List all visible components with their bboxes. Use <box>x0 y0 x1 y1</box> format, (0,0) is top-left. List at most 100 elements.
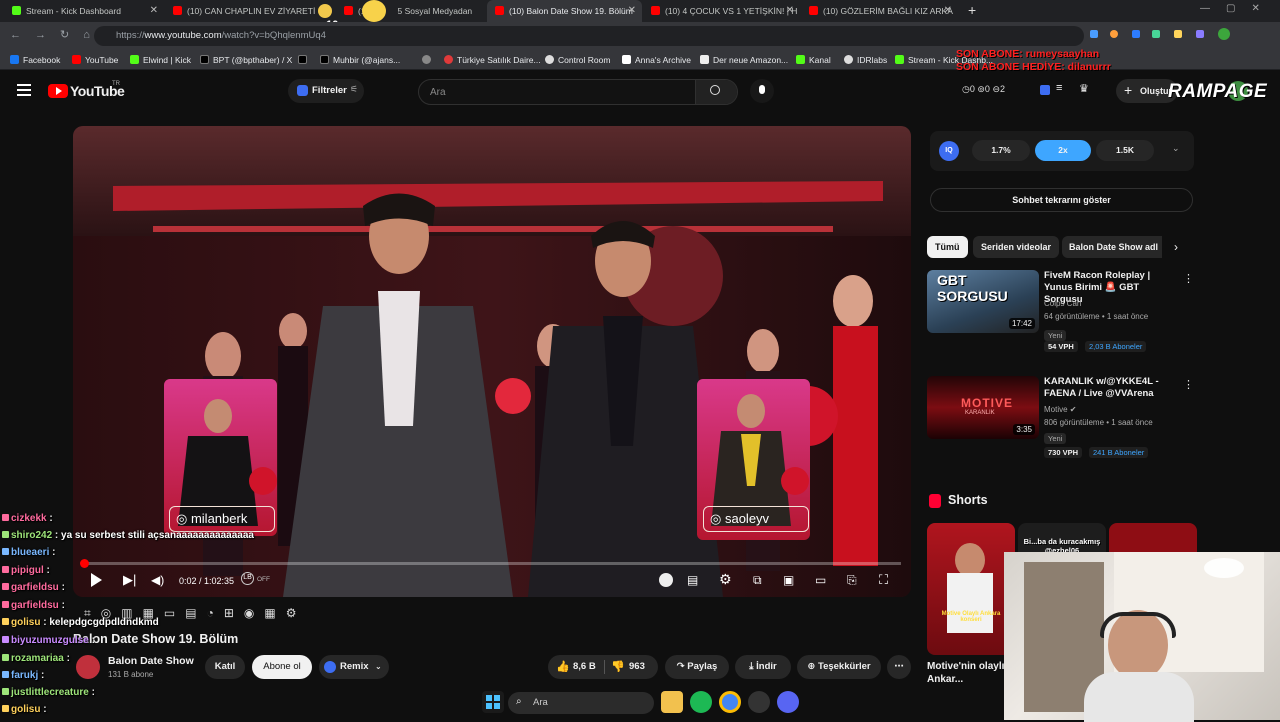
search-input[interactable]: Ara <box>418 79 738 105</box>
bookmark-control-room[interactable]: Control Room <box>545 50 610 70</box>
fullscreen-icon[interactable]: ⛶ <box>879 572 888 588</box>
chip-channel[interactable]: Balon Date Show adl <box>1062 236 1162 258</box>
chip-series[interactable]: Seriden videolar <box>973 236 1060 258</box>
chevron-down-icon: ⌄ <box>375 662 382 671</box>
window-controls[interactable]: —▢✕ <box>1200 3 1276 14</box>
settings-icon[interactable]: ⚙ <box>719 571 732 588</box>
filters-button[interactable]: Filtreler ⚟ <box>288 79 364 103</box>
join-button[interactable]: Katıl <box>205 655 245 679</box>
voice-search-button[interactable] <box>750 79 774 103</box>
iq-icon[interactable] <box>1040 85 1050 95</box>
channel-avatar[interactable] <box>76 655 100 679</box>
scrubber-handle[interactable] <box>80 559 89 568</box>
navigation-icons[interactable]: ←→↻⌂ <box>10 28 104 41</box>
close-icon[interactable]: ✕ <box>944 0 952 22</box>
cast-icon[interactable]: ⎘ <box>847 573 857 588</box>
new-badge: Yeni <box>1044 433 1067 444</box>
bookmark-muhbir[interactable]: Muhbir (@ajans... <box>320 50 400 70</box>
search-button[interactable] <box>695 80 737 104</box>
close-icon[interactable]: ✕ <box>786 0 794 22</box>
browser-tab-active[interactable]: (10) Balon Date Show 19. Bölüm ✕ <box>487 0 642 22</box>
bookmark-label: BPT (@bpthaber) / X <box>213 55 293 65</box>
chevron-right-icon[interactable]: › <box>1174 240 1178 254</box>
bookmark-label: Control Room <box>558 55 611 65</box>
autoplay-toggle[interactable] <box>659 573 673 587</box>
dislike-count[interactable]: 963 <box>629 655 645 679</box>
subscribe-button[interactable]: Abone ol <box>252 655 312 679</box>
menu-icon[interactable] <box>17 84 31 96</box>
bookmark-youtube[interactable]: YouTube <box>72 50 118 70</box>
bookmark-globe[interactable] <box>422 50 435 70</box>
more-actions-button[interactable]: ⋯ <box>887 655 911 679</box>
short-title[interactable]: Motive'nin olaylı Ankar... <box>927 660 1007 686</box>
browser-tab[interactable]: (10) CAN CHAPLIN EV ZİYARETİ✕ <box>165 0 335 22</box>
chat-message: garfieldsu : <box>2 600 65 611</box>
bookmark-satilik[interactable]: Türkiye Satılık Daire... <box>444 50 541 70</box>
close-icon[interactable]: ✕ <box>150 0 158 22</box>
subtitles-icon[interactable]: ▤ <box>687 573 698 587</box>
video-channel[interactable]: Motive ✔ <box>1044 405 1077 414</box>
url-field[interactable]: https://www.youtube.com/watch?v=bQhqlenm… <box>94 26 1084 46</box>
bookmark-bpt[interactable]: BPT (@bpthaber) / X <box>200 50 292 70</box>
download-button[interactable]: ⤓ İndir <box>735 655 791 679</box>
progress-bar[interactable] <box>80 559 901 568</box>
trophy-icon[interactable]: ♛ <box>1079 82 1089 95</box>
play-icon[interactable] <box>91 573 102 587</box>
badge-icon <box>2 601 9 608</box>
video-channel[interactable]: Coips Can <box>1044 299 1081 308</box>
video-thumbnail[interactable]: GBT SORGUSU 17:42 <box>927 270 1039 333</box>
browser-tab[interactable]: (10) 5 Sosyal Medyadan <box>336 0 486 22</box>
file-explorer-icon[interactable] <box>661 691 683 713</box>
remix-button[interactable]: Remix ⌄ <box>319 655 389 679</box>
browser-tab[interactable]: Stream - Kick Dashboard ✕ <box>4 0 164 22</box>
bookmark-amazon[interactable]: Der neue Amazon... <box>700 50 788 70</box>
speed-option[interactable]: 1.5K <box>1096 140 1154 161</box>
next-icon[interactable]: ▶| <box>123 572 136 588</box>
loop-icon[interactable]: LB <box>241 572 254 585</box>
miniplayer-icon[interactable]: ⧉ <box>753 573 762 588</box>
bookmark-idrlabs[interactable]: IDRlabs <box>844 50 887 70</box>
video-player[interactable]: ◎ milanberk ◎ saoleyv ▶| ◀) 0:02 / 1:02:… <box>73 126 911 597</box>
list-icon[interactable]: ≡ <box>1056 82 1062 94</box>
steam-icon[interactable] <box>748 691 770 713</box>
windows-start-icon[interactable] <box>482 691 504 713</box>
pip-icon[interactable]: ▣ <box>783 573 794 587</box>
like-dislike-group: 👍 8,6 B 👎 963 <box>548 655 658 679</box>
taskbar-search[interactable]: ⌕ Ara <box>508 692 654 714</box>
bookmark-facebook[interactable]: Facebook <box>10 50 60 70</box>
chat-separator: : <box>58 582 65 593</box>
more-vert-icon[interactable]: ⋮ <box>1183 378 1194 391</box>
youtube-logo-icon[interactable] <box>48 84 68 98</box>
bookmark-annas-archive[interactable]: Anna's Archive <box>622 50 691 70</box>
channel-name[interactable]: Balon Date Show <box>108 655 194 667</box>
share-button[interactable]: ↷ Paylaş <box>665 655 729 679</box>
thumbs-up-icon[interactable]: 👍 <box>556 655 570 679</box>
bookmark-x[interactable] <box>298 50 311 70</box>
obs-icon <box>545 55 554 64</box>
extension-icons[interactable] <box>1090 28 1240 42</box>
chrome-icon[interactable] <box>719 691 741 713</box>
address-bar-row: ←→↻⌂ https://www.youtube.com/watch?v=bQh… <box>0 22 1280 50</box>
browser-tab[interactable]: (10) GÖZLERİM BAĞLI KIZ ARKA ✕ <box>801 0 958 22</box>
spotify-icon[interactable] <box>690 691 712 713</box>
browser-tab[interactable]: (10) 4 ÇOCUK VS 1 YETİŞKİN! | H ✕ <box>643 0 800 22</box>
video-title[interactable]: KARANLIK w/@YKKE4L - FAENA / Live @VVAre… <box>1044 376 1174 400</box>
thanks-button[interactable]: ⊕ Teşekkürler <box>797 655 881 679</box>
video-thumbnail[interactable]: MOTIVE KARANLIK 3:35 <box>927 376 1039 439</box>
speed-option-selected[interactable]: 2x <box>1035 140 1091 161</box>
chip-all[interactable]: Tümü <box>927 236 968 258</box>
close-icon[interactable]: ✕ <box>628 0 636 22</box>
volume-icon[interactable]: ◀) <box>151 573 164 587</box>
short-thumbnail[interactable]: Motive Olaylı Ankara konseri <box>927 523 1015 655</box>
new-tab-button[interactable]: + <box>968 2 976 18</box>
bookmark-kanal[interactable]: Kanal <box>796 50 831 70</box>
show-chat-replay-button[interactable]: Sohbet tekrarını göster <box>930 188 1193 212</box>
discord-icon[interactable] <box>777 691 799 713</box>
speed-option[interactable]: 1.7% <box>972 140 1030 161</box>
like-count[interactable]: 8,6 B <box>573 655 596 679</box>
bookmark-elwind[interactable]: Elwind | Kick <box>130 50 191 70</box>
theater-icon[interactable]: ▭ <box>815 573 826 587</box>
thumbs-down-icon[interactable]: 👎 <box>611 655 625 679</box>
chevron-down-icon[interactable]: ⌄ <box>1172 143 1180 154</box>
more-vert-icon[interactable]: ⋮ <box>1183 272 1194 285</box>
